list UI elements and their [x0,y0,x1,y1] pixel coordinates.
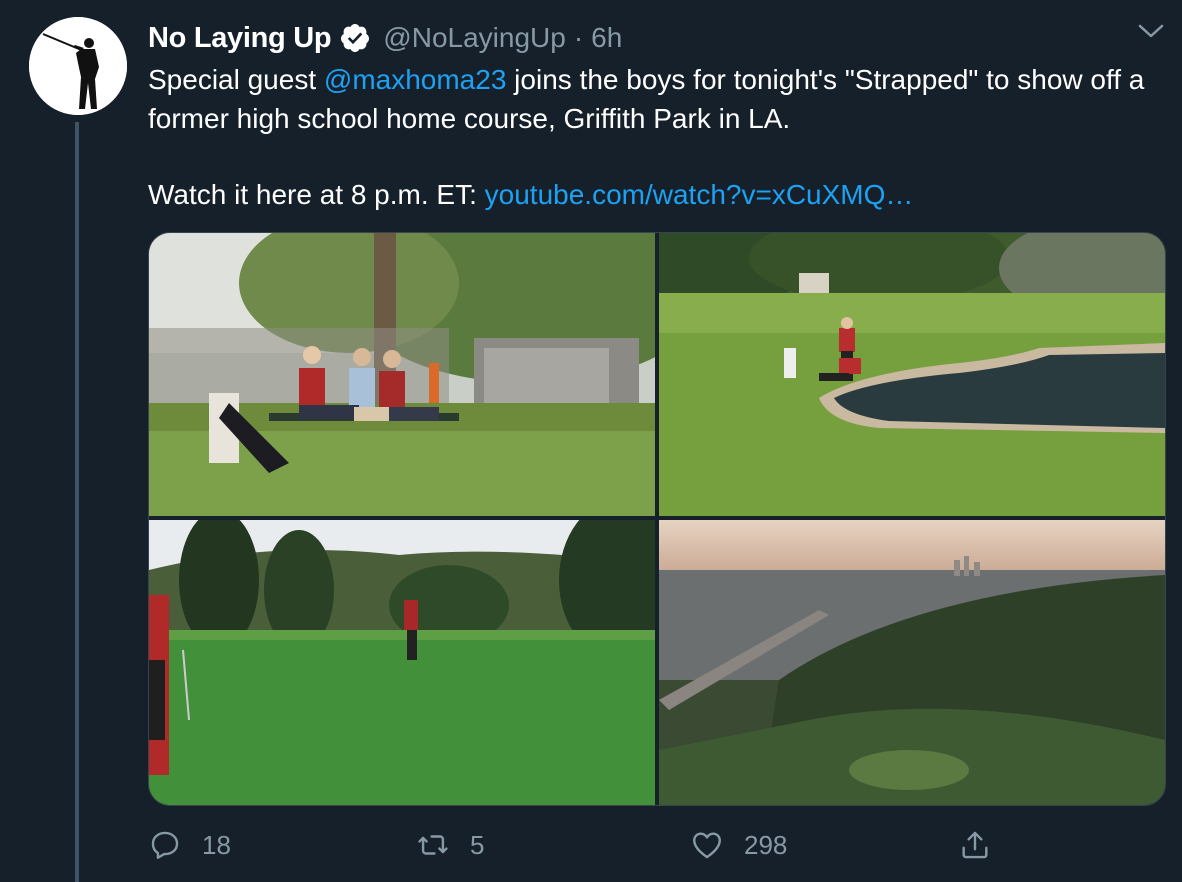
tweet-text: Special guest @maxhoma23 joins the boys … [148,61,1158,215]
tweet-paragraph-2: Watch it here at 8 p.m. ET: youtube.com/… [148,176,1158,215]
chevron-down-icon[interactable] [1136,22,1166,42]
photo-aerial-city-view[interactable] [659,520,1165,805]
tweet-text-segment: Special guest [148,64,324,95]
like-button[interactable]: 298 [690,820,787,870]
separator-dot: · [573,22,584,53]
tweet-paragraph-1: Special guest @maxhoma23 joins the boys … [148,61,1158,138]
timestamp[interactable]: 6h [591,22,622,54]
youtube-link[interactable]: youtube.com/watch?v=xCuXMQ… [485,179,914,210]
handle[interactable]: @NoLayingUp [383,22,566,54]
retweet-icon [418,835,448,855]
media-grid [148,232,1166,806]
tweet-header: No Laying Up @NoLayingUp · 6h [148,18,622,58]
avatar[interactable] [29,17,127,115]
photo-golfer-on-green[interactable] [149,520,655,805]
display-name[interactable]: No Laying Up [148,22,332,55]
reply-count: 18 [202,829,231,860]
photo-golfers-on-bench[interactable] [149,233,655,516]
like-count: 298 [744,829,788,860]
share-button[interactable] [958,820,992,870]
tweet-text-segment: Watch it here at 8 p.m. ET: [148,179,485,210]
reply-icon [151,831,179,859]
photo-golfers-by-pond[interactable] [659,233,1165,516]
reply-button[interactable]: 18 [148,820,231,870]
retweet-count: 5 [470,829,485,860]
retweet-button[interactable]: 5 [416,820,484,870]
tweet-actions: 18 5 298 [148,820,1168,870]
golfer-silhouette-logo [29,17,127,115]
mention-link[interactable]: @maxhoma23 [324,64,507,95]
share-icon [962,831,988,859]
heart-icon [693,832,721,859]
verified-badge-icon [339,22,371,54]
thread-line [75,122,79,882]
